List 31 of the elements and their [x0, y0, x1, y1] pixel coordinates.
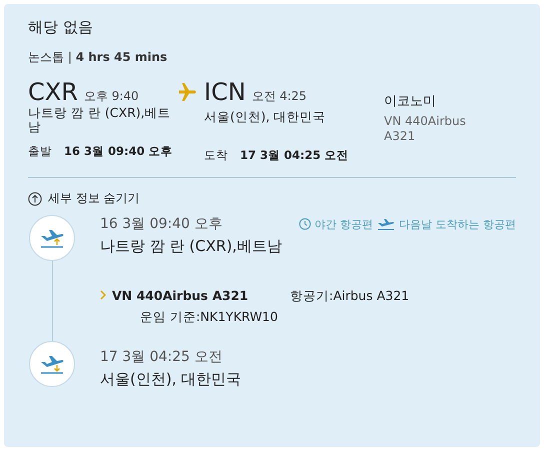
stop-place: 나트랑 깜 란 (CXR),베트남	[100, 237, 283, 256]
departure-time: 오후 9:40	[84, 88, 139, 105]
card-title: 해당 없음	[28, 18, 94, 37]
departure-datetime: 16 3월 09:40 오후	[64, 144, 173, 159]
plane-icon	[178, 82, 198, 102]
arrival-city: 서울(인천), 대한민국	[204, 110, 327, 126]
cabin-class: 이코노미	[384, 93, 437, 110]
takeoff-icon	[39, 227, 65, 249]
flight-number: VN 440Airbus A321	[384, 114, 467, 144]
details-toggle[interactable]: 세부 정보 숨기기	[28, 190, 140, 207]
stop-datetime: 17 3월 04:25 오전	[100, 348, 224, 366]
airport-code: ICN	[204, 78, 246, 106]
aircraft-info: 항공기:Airbus A321	[290, 288, 410, 305]
segment-flight: VN 440Airbus A321	[100, 288, 290, 305]
arrow-circle-icon	[28, 192, 42, 206]
flight-summary: 논스톱 | 4 hrs 45 mins	[28, 49, 168, 66]
clock-icon	[298, 218, 310, 230]
departure-city: 나트랑 깜 란 (CXR),베트남	[28, 106, 172, 136]
chevron-icon	[100, 290, 106, 300]
airport-code: CXR	[28, 78, 78, 106]
flight-note-label: 다음날 도착하는 항공편	[399, 216, 516, 232]
arrival-label: 도착	[204, 148, 228, 163]
stop-datetime: 16 3월 09:40 오후	[100, 215, 222, 233]
landing-icon	[39, 353, 65, 375]
stop-place: 서울(인천), 대한민국	[100, 370, 242, 389]
plane-icon	[377, 217, 395, 231]
arrival-datetime: 17 3월 04:25 오전	[240, 148, 349, 163]
departure-label: 출발	[28, 144, 52, 159]
flight-note-label: 야간 항공편	[314, 216, 373, 232]
fare-basis: 운임 기준:NK1YKRW10	[139, 309, 279, 326]
arrival-time: 오전 4:25	[252, 88, 307, 105]
